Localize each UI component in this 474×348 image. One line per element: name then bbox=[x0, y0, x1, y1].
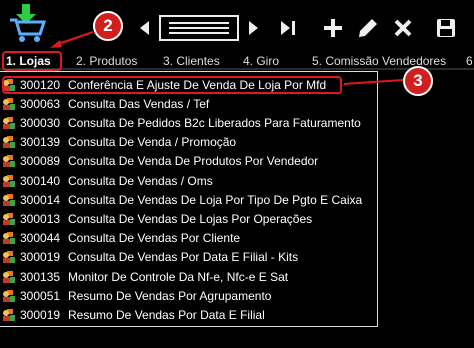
highlight-box-row bbox=[2, 76, 342, 94]
callout-arrow bbox=[50, 31, 404, 85]
callout-3: 3 bbox=[403, 66, 433, 96]
callout-2: 2 bbox=[93, 11, 123, 41]
